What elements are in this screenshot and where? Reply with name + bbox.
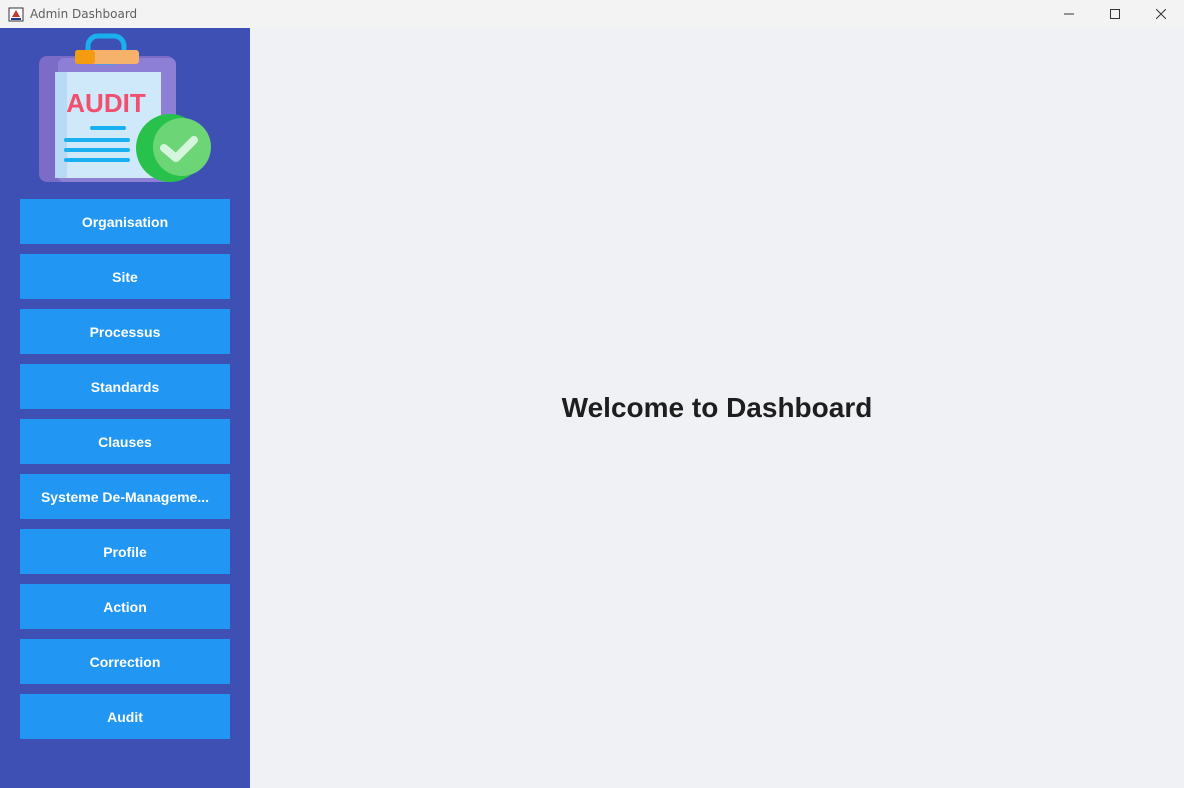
sidebar-button-audit[interactable]: Audit	[20, 694, 230, 739]
logo-text: AUDIT	[66, 88, 146, 118]
sidebar-button-processus[interactable]: Processus	[20, 309, 230, 354]
title-bar: Admin Dashboard	[0, 0, 1184, 28]
minimize-icon	[1064, 13, 1074, 15]
sidebar-button-correction[interactable]: Correction	[20, 639, 230, 684]
minimize-button[interactable]	[1046, 0, 1092, 28]
sidebar-button-standards[interactable]: Standards	[20, 364, 230, 409]
sidebar-nav: Organisation Site Processus Standards Cl…	[20, 199, 230, 749]
sidebar: AUDIT Organisation Site Processus Standa…	[0, 28, 250, 788]
java-app-icon	[8, 6, 24, 22]
sidebar-button-action[interactable]: Action	[20, 584, 230, 629]
sidebar-button-clauses[interactable]: Clauses	[20, 419, 230, 464]
close-button[interactable]	[1138, 0, 1184, 28]
window-title: Admin Dashboard	[30, 7, 138, 21]
close-icon	[1156, 9, 1166, 19]
audit-logo: AUDIT	[36, 32, 216, 184]
sidebar-button-systeme-management[interactable]: Systeme De-Manageme...	[20, 474, 230, 519]
sidebar-button-profile[interactable]: Profile	[20, 529, 230, 574]
maximize-button[interactable]	[1092, 0, 1138, 28]
main-content: Welcome to Dashboard	[250, 28, 1184, 788]
sidebar-button-site[interactable]: Site	[20, 254, 230, 299]
sidebar-button-organisation[interactable]: Organisation	[20, 199, 230, 244]
welcome-heading: Welcome to Dashboard	[561, 392, 873, 423]
maximize-icon	[1110, 9, 1120, 19]
